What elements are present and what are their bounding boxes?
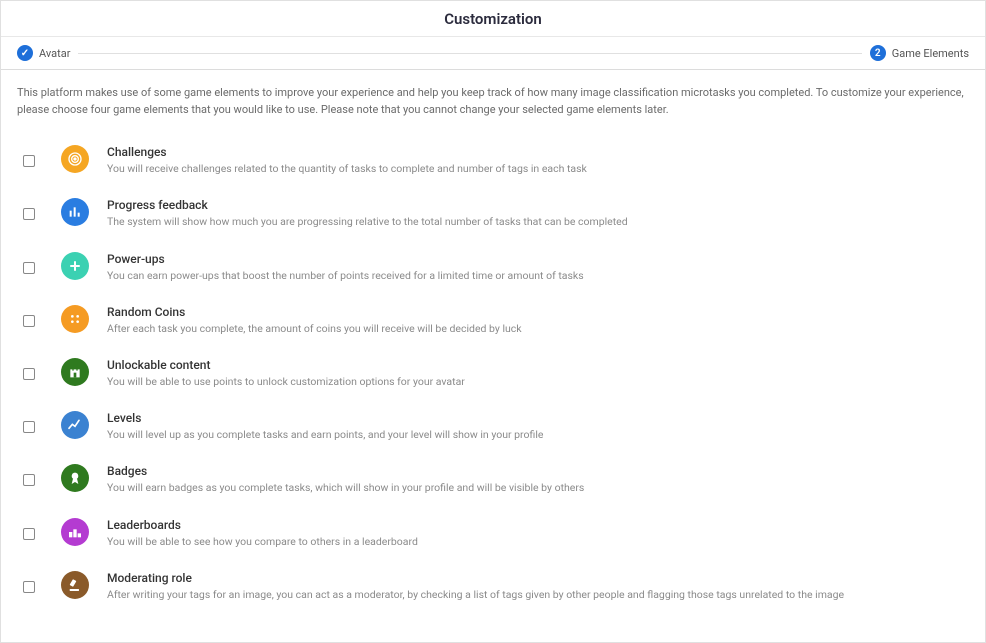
option-moderating: Moderating role After writing your tags f… [17, 560, 969, 613]
checkbox-wrap [23, 305, 43, 327]
step-label: Avatar [39, 47, 70, 60]
step-number-icon: 2 [870, 45, 886, 61]
option-desc: After writing your tags for an image, yo… [107, 587, 969, 602]
checkbox-powerups[interactable] [23, 262, 35, 274]
option-title: Power-ups [107, 252, 969, 266]
checkbox-wrap [23, 571, 43, 593]
option-desc: After each task you complete, the amount… [107, 321, 969, 336]
options-list: Challenges You will receive challenges re… [1, 124, 985, 613]
stepper: ✓ Avatar 2 Game Elements [1, 37, 985, 70]
step-game-elements[interactable]: 2 Game Elements [870, 45, 969, 61]
option-title: Random Coins [107, 305, 969, 319]
checkbox-levels[interactable] [23, 421, 35, 433]
page-title: Customization [1, 1, 985, 37]
gavel-icon [61, 571, 89, 599]
option-title: Challenges [107, 145, 969, 159]
option-title: Leaderboards [107, 518, 969, 532]
option-levels: Levels You will level up as you complete … [17, 400, 969, 453]
intro-text: This platform makes use of some game ele… [1, 70, 985, 124]
option-title: Badges [107, 464, 969, 478]
option-text: Moderating role After writing your tags f… [107, 571, 969, 602]
option-title: Unlockable content [107, 358, 969, 372]
checkbox-progress[interactable] [23, 208, 35, 220]
customization-page: Customization ✓ Avatar 2 Game Elements T… [0, 0, 986, 643]
option-challenges: Challenges You will receive challenges re… [17, 134, 969, 187]
option-text: Power-ups You can earn power-ups that boo… [107, 252, 969, 283]
checkbox-leaderboards[interactable] [23, 528, 35, 540]
checkbox-wrap [23, 464, 43, 486]
checkbox-random[interactable] [23, 315, 35, 327]
checkbox-wrap [23, 518, 43, 540]
option-desc: You will receive challenges related to t… [107, 161, 969, 176]
checkbox-wrap [23, 252, 43, 274]
option-random: Random Coins After each task you complete… [17, 294, 969, 347]
plus-heart-icon [61, 252, 89, 280]
option-text: Leaderboards You will be able to see how … [107, 518, 969, 549]
option-text: Progress feedback The system will show ho… [107, 198, 969, 229]
option-text: Levels You will level up as you complete … [107, 411, 969, 442]
option-text: Random Coins After each task you complete… [107, 305, 969, 336]
option-progress: Progress feedback The system will show ho… [17, 187, 969, 240]
option-title: Levels [107, 411, 969, 425]
ribbon-icon [61, 464, 89, 492]
dice-icon [61, 305, 89, 333]
checkbox-wrap [23, 358, 43, 380]
option-unlockable: Unlockable content You will be able to us… [17, 347, 969, 400]
option-desc: The system will show how much you are pr… [107, 214, 969, 229]
option-powerups: Power-ups You can earn power-ups that boo… [17, 241, 969, 294]
option-title: Moderating role [107, 571, 969, 585]
step-avatar[interactable]: ✓ Avatar [17, 45, 70, 61]
trend-icon [61, 411, 89, 439]
check-icon: ✓ [17, 45, 33, 61]
option-desc: You will be able to see how you compare … [107, 534, 969, 549]
option-text: Unlockable content You will be able to us… [107, 358, 969, 389]
option-text: Badges You will earn badges as you comple… [107, 464, 969, 495]
option-text: Challenges You will receive challenges re… [107, 145, 969, 176]
target-icon [61, 145, 89, 173]
bar-chart-icon [61, 198, 89, 226]
podium-icon [61, 518, 89, 546]
option-desc: You can earn power-ups that boost the nu… [107, 268, 969, 283]
step-divider [78, 53, 861, 54]
option-title: Progress feedback [107, 198, 969, 212]
option-badges: Badges You will earn badges as you comple… [17, 453, 969, 506]
checkbox-wrap [23, 145, 43, 167]
checkbox-unlockable[interactable] [23, 368, 35, 380]
checkbox-wrap [23, 198, 43, 220]
step-label: Game Elements [892, 47, 969, 60]
option-desc: You will level up as you complete tasks … [107, 427, 969, 442]
castle-icon [61, 358, 89, 386]
checkbox-challenges[interactable] [23, 155, 35, 167]
option-desc: You will earn badges as you complete tas… [107, 480, 969, 495]
option-leaderboards: Leaderboards You will be able to see how … [17, 507, 969, 560]
option-desc: You will be able to use points to unlock… [107, 374, 969, 389]
checkbox-wrap [23, 411, 43, 433]
checkbox-badges[interactable] [23, 474, 35, 486]
checkbox-moderating[interactable] [23, 581, 35, 593]
